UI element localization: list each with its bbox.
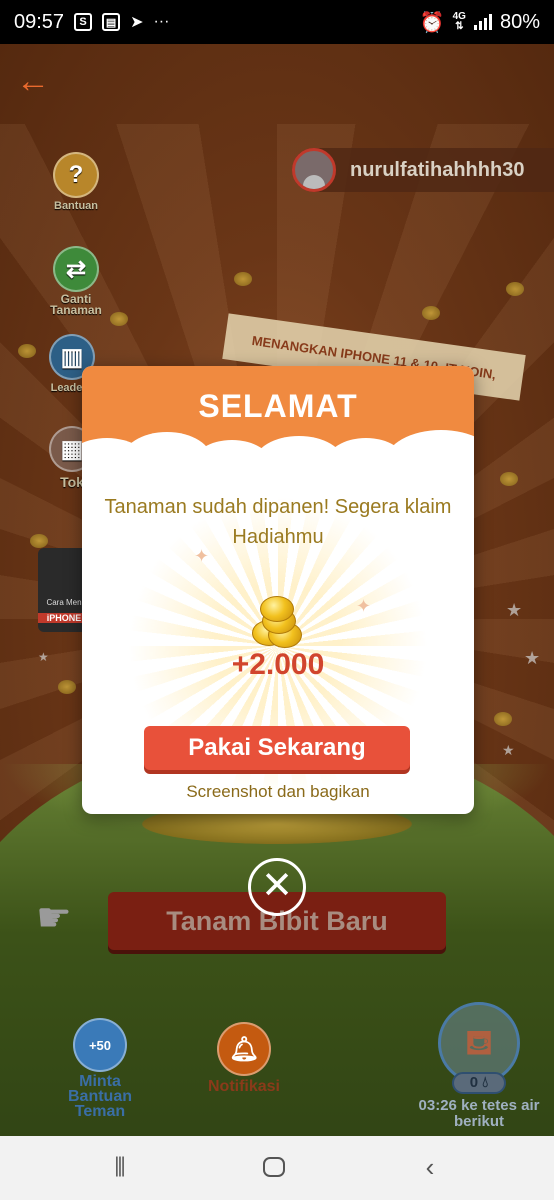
bell-icon: 🔔︎ [217, 1022, 271, 1076]
back-arrow-icon[interactable]: ← [16, 64, 52, 98]
home-icon[interactable] [254, 1152, 294, 1184]
use-now-button[interactable]: Pakai Sekarang [144, 726, 410, 770]
floating-coin [30, 534, 48, 548]
coin-stack-icon [252, 596, 304, 648]
star-decoration: ★ [502, 742, 515, 758]
telegram-notification-icon: ➤ [130, 14, 144, 31]
change-plant-menu-item[interactable]: ⇄ Ganti Tanaman [44, 246, 108, 316]
floating-coin [506, 282, 524, 296]
ask-friend-help-button[interactable]: +50 Minta Bantuan Teman [48, 1018, 152, 1120]
battery-level: 80% [499, 10, 540, 33]
screenshot-share-link[interactable]: Screenshot dan bagikan [82, 782, 474, 802]
help-menu-item[interactable]: ? Bantuan [44, 152, 108, 212]
avatar [292, 148, 336, 192]
close-icon[interactable]: ✕ [248, 858, 306, 916]
user-profile-chip[interactable]: nurulfatihahhhh30 [292, 148, 554, 192]
sparkle-icon: ✦ [194, 546, 210, 566]
status-time: 09:57 [14, 10, 65, 33]
shop-label: Tok [60, 474, 84, 490]
shopee-notification-icon: S [74, 13, 93, 31]
notifications-label: Notifikasi [207, 1078, 280, 1095]
help-friend-label: Minta Bantuan Teman [68, 1073, 132, 1120]
reward-modal: SELAMAT Tanaman sudah dipanen! Segera kl… [82, 366, 474, 814]
back-icon[interactable]: ‹ [410, 1152, 450, 1184]
sparkle-icon: ✦ [356, 596, 372, 616]
cloud-decoration [386, 430, 474, 492]
watering-can-widget[interactable]: ⛾ 0 💧︎ 03:26 ke tetes air berikut [404, 1002, 554, 1130]
floating-coin [234, 272, 252, 286]
floating-coin [422, 306, 440, 320]
floating-coin [58, 680, 76, 694]
swap-icon: ⇄ [53, 246, 99, 292]
star-decoration: ★ [524, 648, 541, 668]
alarm-icon: ⏰ [419, 11, 445, 34]
water-drop-counter: 0 💧︎ [452, 1072, 506, 1094]
water-drop-icon: +50 [73, 1018, 127, 1072]
star-decoration: ★ [506, 600, 523, 620]
reward-amount: +2.000 [231, 648, 325, 681]
status-bar: 09:57 S ▤ ➤ ··· ⏰ 4G ⇅ 80% [0, 0, 554, 44]
help-label: Bantuan [54, 200, 98, 212]
signal-icon [473, 14, 492, 30]
change-plant-label: Ganti Tanaman [50, 292, 102, 317]
network-type-icon: 4G ⇅ [452, 11, 466, 32]
help-icon: ? [53, 152, 99, 198]
floating-coin [494, 712, 512, 726]
floating-coin [18, 344, 36, 358]
floating-coin [110, 312, 128, 326]
water-timer: 03:26 ke tetes air berikut [418, 1097, 540, 1130]
news-notification-icon: ▤ [102, 13, 121, 31]
star-decoration: ★ [38, 650, 49, 664]
modal-message: Tanaman sudah dipanen! Segera klaim Hadi… [104, 496, 452, 548]
iphone-promo-caption: Cara Men [46, 598, 82, 607]
user-name: nurulfatihahhhh30 [350, 158, 525, 181]
floating-coin [500, 472, 518, 486]
help-friend-badge: +50 [88, 1037, 112, 1053]
notifications-button[interactable]: 🔔︎ Notifikasi [196, 1022, 292, 1096]
modal-title: SELAMAT [198, 388, 358, 424]
more-notifications-icon: ··· [153, 13, 170, 30]
system-nav-bar: ⦀ ‹ [0, 1136, 554, 1200]
recent-apps-icon[interactable]: ⦀ [100, 1152, 140, 1184]
pointing-hand-icon: ☛ [36, 896, 72, 940]
